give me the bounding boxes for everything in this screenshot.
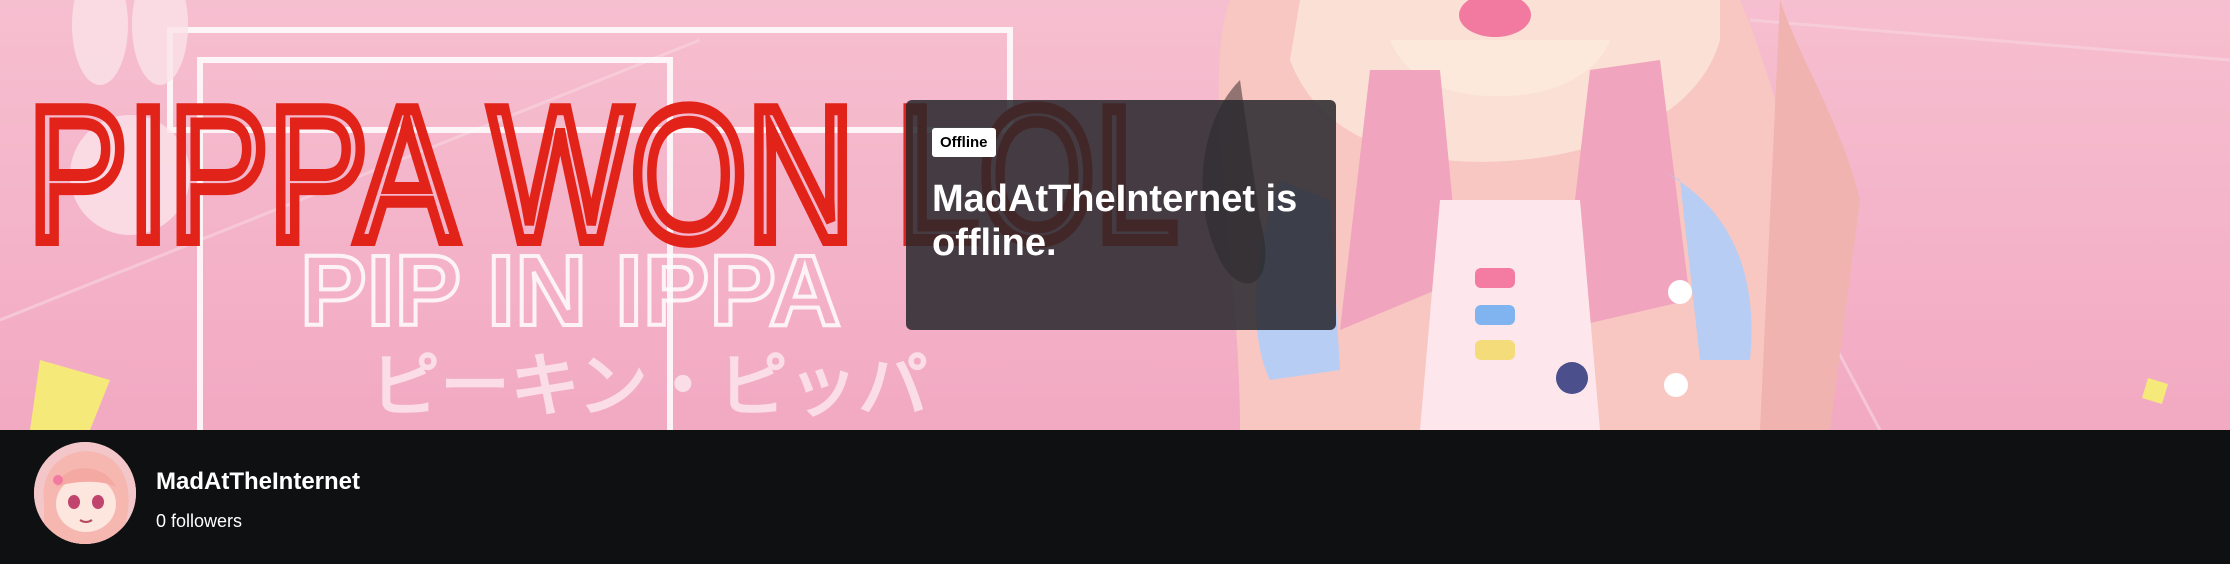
offline-badge: Offline <box>932 128 996 157</box>
channel-name[interactable]: MadAtTheInternet <box>156 468 360 496</box>
follower-count: 0 followers <box>156 511 243 531</box>
avatar-image <box>34 442 136 544</box>
channel-info-bar: MadAtTheInternet 0 followers <box>0 430 2230 564</box>
channel-banner: PIP IN IPPA ピーキン・ピッパ PIPPA WON LOL Offli… <box>0 0 2230 430</box>
offline-card: Offline MadAtTheInternet is offline. <box>906 100 1336 330</box>
offline-message: MadAtTheInternet is offline. <box>932 178 1298 264</box>
avatar[interactable] <box>34 442 136 544</box>
banner-kana-text: ピーキン・ピッパ <box>370 345 928 427</box>
